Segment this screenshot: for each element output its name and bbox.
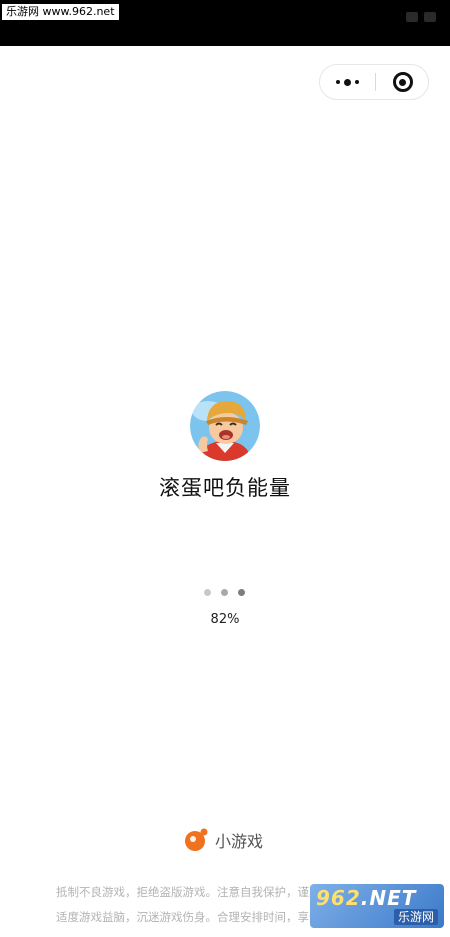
brand-name: 小游戏	[215, 832, 264, 851]
loading-dot	[238, 589, 245, 596]
loading-dot	[221, 589, 228, 596]
mini-game-logo-icon	[185, 828, 208, 851]
mini-program-capsule	[319, 64, 429, 100]
game-avatar	[190, 391, 260, 461]
loading-dot	[204, 589, 211, 596]
site-watermark: 乐游网 www.962.net	[2, 4, 119, 20]
loading-progress: 82%	[210, 612, 240, 627]
watermark-number: 962.NET	[316, 886, 417, 910]
status-bar: 乐游网 www.962.net	[0, 0, 450, 46]
battery-icon	[424, 12, 436, 22]
more-dots-icon	[335, 80, 340, 84]
target-circle-icon	[392, 72, 413, 92]
more-button[interactable]	[320, 65, 374, 99]
site-logo-watermark: 962.NET 乐游网	[310, 884, 444, 928]
status-icons	[406, 12, 436, 22]
loading-indicator	[204, 589, 245, 596]
signal-icon	[406, 12, 418, 22]
game-title: 滚蛋吧负能量	[159, 476, 291, 500]
mini-game-brand: 小游戏	[183, 826, 263, 854]
close-button[interactable]	[376, 65, 429, 99]
watermark-name: 乐游网	[393, 909, 438, 925]
